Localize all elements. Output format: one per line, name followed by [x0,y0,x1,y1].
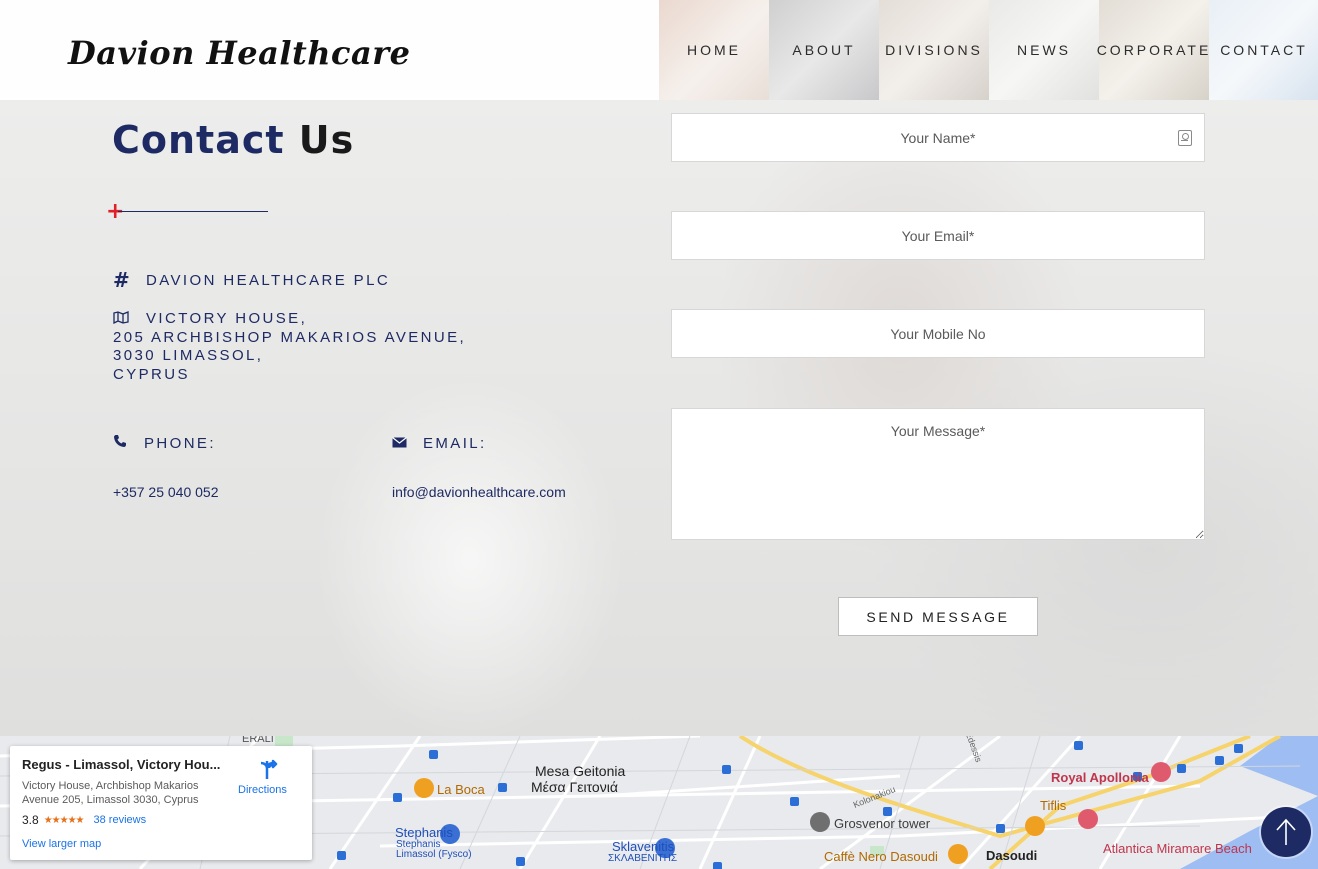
map-label-sklavenitis-gr: ΣΚΛΑΒΕΝΙΤΗΣ [608,853,678,864]
nav-news[interactable]: NEWS [989,0,1099,100]
page-title-part2: Us [298,118,355,162]
address-line-3: 3030 LIMASSOL, [113,347,264,364]
nav-corporate-label: CORPORATE [1096,42,1212,58]
send-message-button[interactable]: SEND MESSAGE [838,597,1038,636]
nav-home-label: HOME [687,42,741,58]
map-label-mesa-geitonia: Mesa Geitonia [535,763,626,779]
site-header: Davion Healthcare HOME ABOUT DIVISIONS N… [0,0,1318,100]
contact-card-icon [1178,130,1192,146]
nav-news-label: NEWS [1017,42,1071,58]
map-label-sklavenitis: Sklavenitis [612,839,675,854]
phone-row: PHONE: [113,434,216,452]
map-label-grosvenor: Grosvenor tower [834,816,931,831]
address-line-2: 205 ARCHBISHOP MAKARIOS AVENUE, [113,328,467,346]
directions-icon[interactable] [256,759,278,781]
map-label-caffe-nero: Caffè Nero Dasoudi [824,849,938,864]
map-rating-row: 3.8 ★★★★★ 38 reviews [22,813,146,827]
nav-about[interactable]: ABOUT [769,0,879,100]
message-textarea[interactable] [671,408,1205,540]
nav-corporate[interactable]: CORPORATE [1096,0,1212,100]
map-place-card: Regus - Limassol, Victory Hou... Victory… [10,746,312,860]
nav-home[interactable]: HOME [659,0,769,100]
email-row: EMAIL: [392,434,487,452]
arrow-up-icon [1276,818,1296,845]
site-logo[interactable]: Davion Healthcare [68,34,410,72]
page-title: Contact Us [112,118,354,162]
phone-icon [113,434,144,452]
map-label-dasoudi: Dasoudi [986,848,1038,863]
address-line-1: VICTORY HOUSE, [146,310,308,327]
email-input[interactable] [671,211,1205,260]
nav-divisions[interactable]: DIVISIONS [879,0,989,100]
main-nav: HOME ABOUT DIVISIONS NEWS CORPORATE CONT… [659,0,1318,100]
map-label-stephanis: Stephanis [395,825,453,840]
map-label-tiflis: Tiflis [1040,798,1067,813]
nav-contact[interactable]: CONTACT [1209,0,1318,100]
envelope-icon [392,434,423,452]
mobile-input[interactable] [671,309,1205,358]
map-label-la-boca: La Boca [437,782,485,797]
map-label-erali: ERALI [242,736,274,745]
address-block: VICTORY HOUSE, 205 ARCHBISHOP MAKARIOS A… [113,310,466,384]
map-label-atlantica: Atlantica Miramare Beach [1103,841,1252,856]
nav-about-label: ABOUT [792,42,856,58]
map-place-address: Victory House, Archbishop Makarios Avenu… [22,780,199,806]
map-icon [113,310,146,328]
hashtag-icon: # [113,268,130,292]
email-value[interactable]: info@davionhealthcare.com [392,484,566,500]
map-reviews-link[interactable]: 38 reviews [94,814,147,826]
map-place-title: Regus - Limassol, Victory Hou... [22,757,221,772]
email-label: EMAIL: [423,434,487,452]
address-line-4: CYPRUS [113,365,190,383]
map-rating-value: 3.8 [22,813,39,827]
divider-line [118,211,268,212]
nav-divisions-label: DIVISIONS [885,42,983,58]
nav-contact-label: CONTACT [1220,42,1308,58]
company-row: # DAVION HEALTHCARE PLC [113,268,390,292]
company-name: DAVION HEALTHCARE PLC [146,271,391,289]
scroll-to-top-button[interactable] [1261,807,1311,857]
phone-label: PHONE: [144,434,216,452]
title-divider: + [106,199,268,224]
phone-value[interactable]: +357 25 040 052 [113,484,219,500]
map-label-royal-apollonia: Royal Apollonia [1051,770,1149,785]
view-larger-map-link[interactable]: View larger map [22,838,101,850]
map-label-stephanis-sub: Stephanis Limassol (Fysco) [396,839,472,860]
star-rating-icon: ★★★★★ [43,814,85,826]
directions-link[interactable]: Directions [238,784,287,796]
page-title-part1: Contact [112,118,285,162]
map-label-mesa-geitonia-gr: Μέσα Γειτονιά [531,779,618,795]
name-input[interactable] [671,113,1205,162]
